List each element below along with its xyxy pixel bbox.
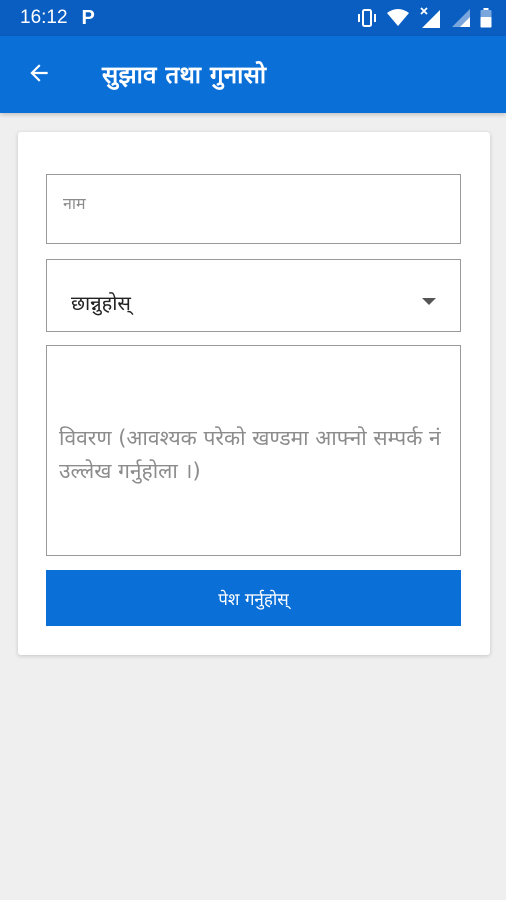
wifi-icon [387, 9, 409, 27]
status-bar: 16:12 P [0, 0, 506, 36]
dropdown-arrow-icon [422, 291, 436, 310]
category-selected-value: छान्नुहोस् [71, 291, 131, 315]
submit-button[interactable]: पेश गर्नुहोस् [46, 570, 461, 626]
page-title: सुझाव तथा गुनासो [102, 61, 267, 89]
vibrate-icon [356, 9, 378, 27]
name-input[interactable] [47, 175, 460, 243]
status-icons [356, 7, 492, 29]
signal-icon [451, 8, 471, 28]
description-field[interactable] [46, 345, 461, 556]
status-left: 16:12 P [20, 7, 95, 30]
description-textarea[interactable] [47, 346, 460, 555]
back-button[interactable] [0, 36, 78, 113]
status-time: 16:12 [20, 7, 68, 28]
battery-icon [480, 8, 492, 28]
name-field[interactable] [46, 174, 461, 244]
arrow-left-icon [26, 60, 52, 90]
signal-no-service-icon [418, 7, 442, 29]
parking-notification-icon: P [81, 6, 95, 29]
app-bar: सुझाव तथा गुनासो [0, 36, 506, 113]
category-dropdown[interactable]: छान्नुहोस् [46, 259, 461, 332]
feedback-form-card: छान्नुहोस् पेश गर्नुहोस् [18, 132, 490, 655]
